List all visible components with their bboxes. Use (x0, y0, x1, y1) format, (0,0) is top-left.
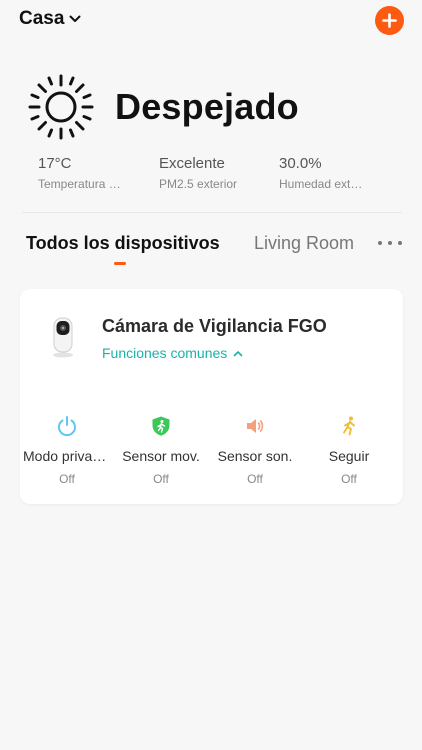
stat-temperature: 17°C Temperatura exterior (38, 155, 156, 191)
add-button[interactable] (375, 6, 404, 35)
function-label: Modo privacidad (23, 448, 114, 464)
function-status: Off (341, 472, 357, 486)
sun-icon (28, 74, 94, 140)
function-status: Off (59, 472, 75, 486)
common-functions-toggle[interactable]: Funciones comunes (102, 345, 243, 361)
stat-value: 30.0% (279, 155, 322, 172)
device-name: Cámara de Vigilancia FGO (102, 316, 327, 336)
dot (398, 241, 402, 245)
function-label: Sensor son. (217, 448, 293, 464)
home-screen: Casa Despejado 17°C Temperatura ex Excel… (0, 0, 422, 750)
function-status: Off (153, 472, 169, 486)
tab-living-room[interactable]: Living Room (254, 233, 354, 254)
running-person-icon (337, 414, 361, 438)
common-functions-label: Funciones comunes (102, 345, 228, 361)
camera-device-icon (53, 317, 73, 358)
stat-label: PM2.5 exterior (159, 177, 238, 191)
stat-pm25: Excelente PM2.5 exterior (159, 155, 277, 191)
function-follow[interactable]: Seguir Off (302, 414, 396, 486)
stat-value: 17°C (38, 155, 72, 172)
motion-shield-icon (149, 414, 173, 438)
plus-icon (382, 13, 397, 28)
function-sound-sensor[interactable]: Sensor son. Off (208, 414, 302, 486)
stat-humidity: 30.0% Humedad exterior (279, 155, 397, 191)
more-options-button[interactable] (378, 236, 402, 250)
stat-value: Excelente (159, 155, 225, 172)
function-privacy-mode[interactable]: Modo privacidad Off (20, 414, 114, 486)
divider (22, 212, 402, 213)
chevron-up-icon (233, 350, 243, 356)
power-icon (55, 414, 79, 438)
function-motion-sensor[interactable]: Sensor mov. Off (114, 414, 208, 486)
stat-label: Humedad exterior (279, 177, 363, 191)
device-card[interactable]: Cámara de Vigilancia FGO Funciones comun… (20, 289, 403, 504)
dot (388, 241, 392, 245)
speaker-icon (243, 414, 267, 438)
dot (378, 241, 382, 245)
chevron-down-icon (69, 15, 81, 22)
tab-indicator (114, 262, 126, 265)
tab-all-devices[interactable]: Todos los dispositivos (26, 233, 220, 254)
home-name: Casa (19, 8, 65, 29)
function-label: Seguir (328, 448, 370, 464)
top-bar: Casa (0, 0, 422, 44)
function-status: Off (247, 472, 263, 486)
function-label: Sensor mov. (122, 448, 200, 464)
weather-condition: Despejado (115, 86, 299, 127)
stat-label: Temperatura exterior (38, 177, 124, 191)
home-selector[interactable]: Casa (19, 8, 81, 30)
